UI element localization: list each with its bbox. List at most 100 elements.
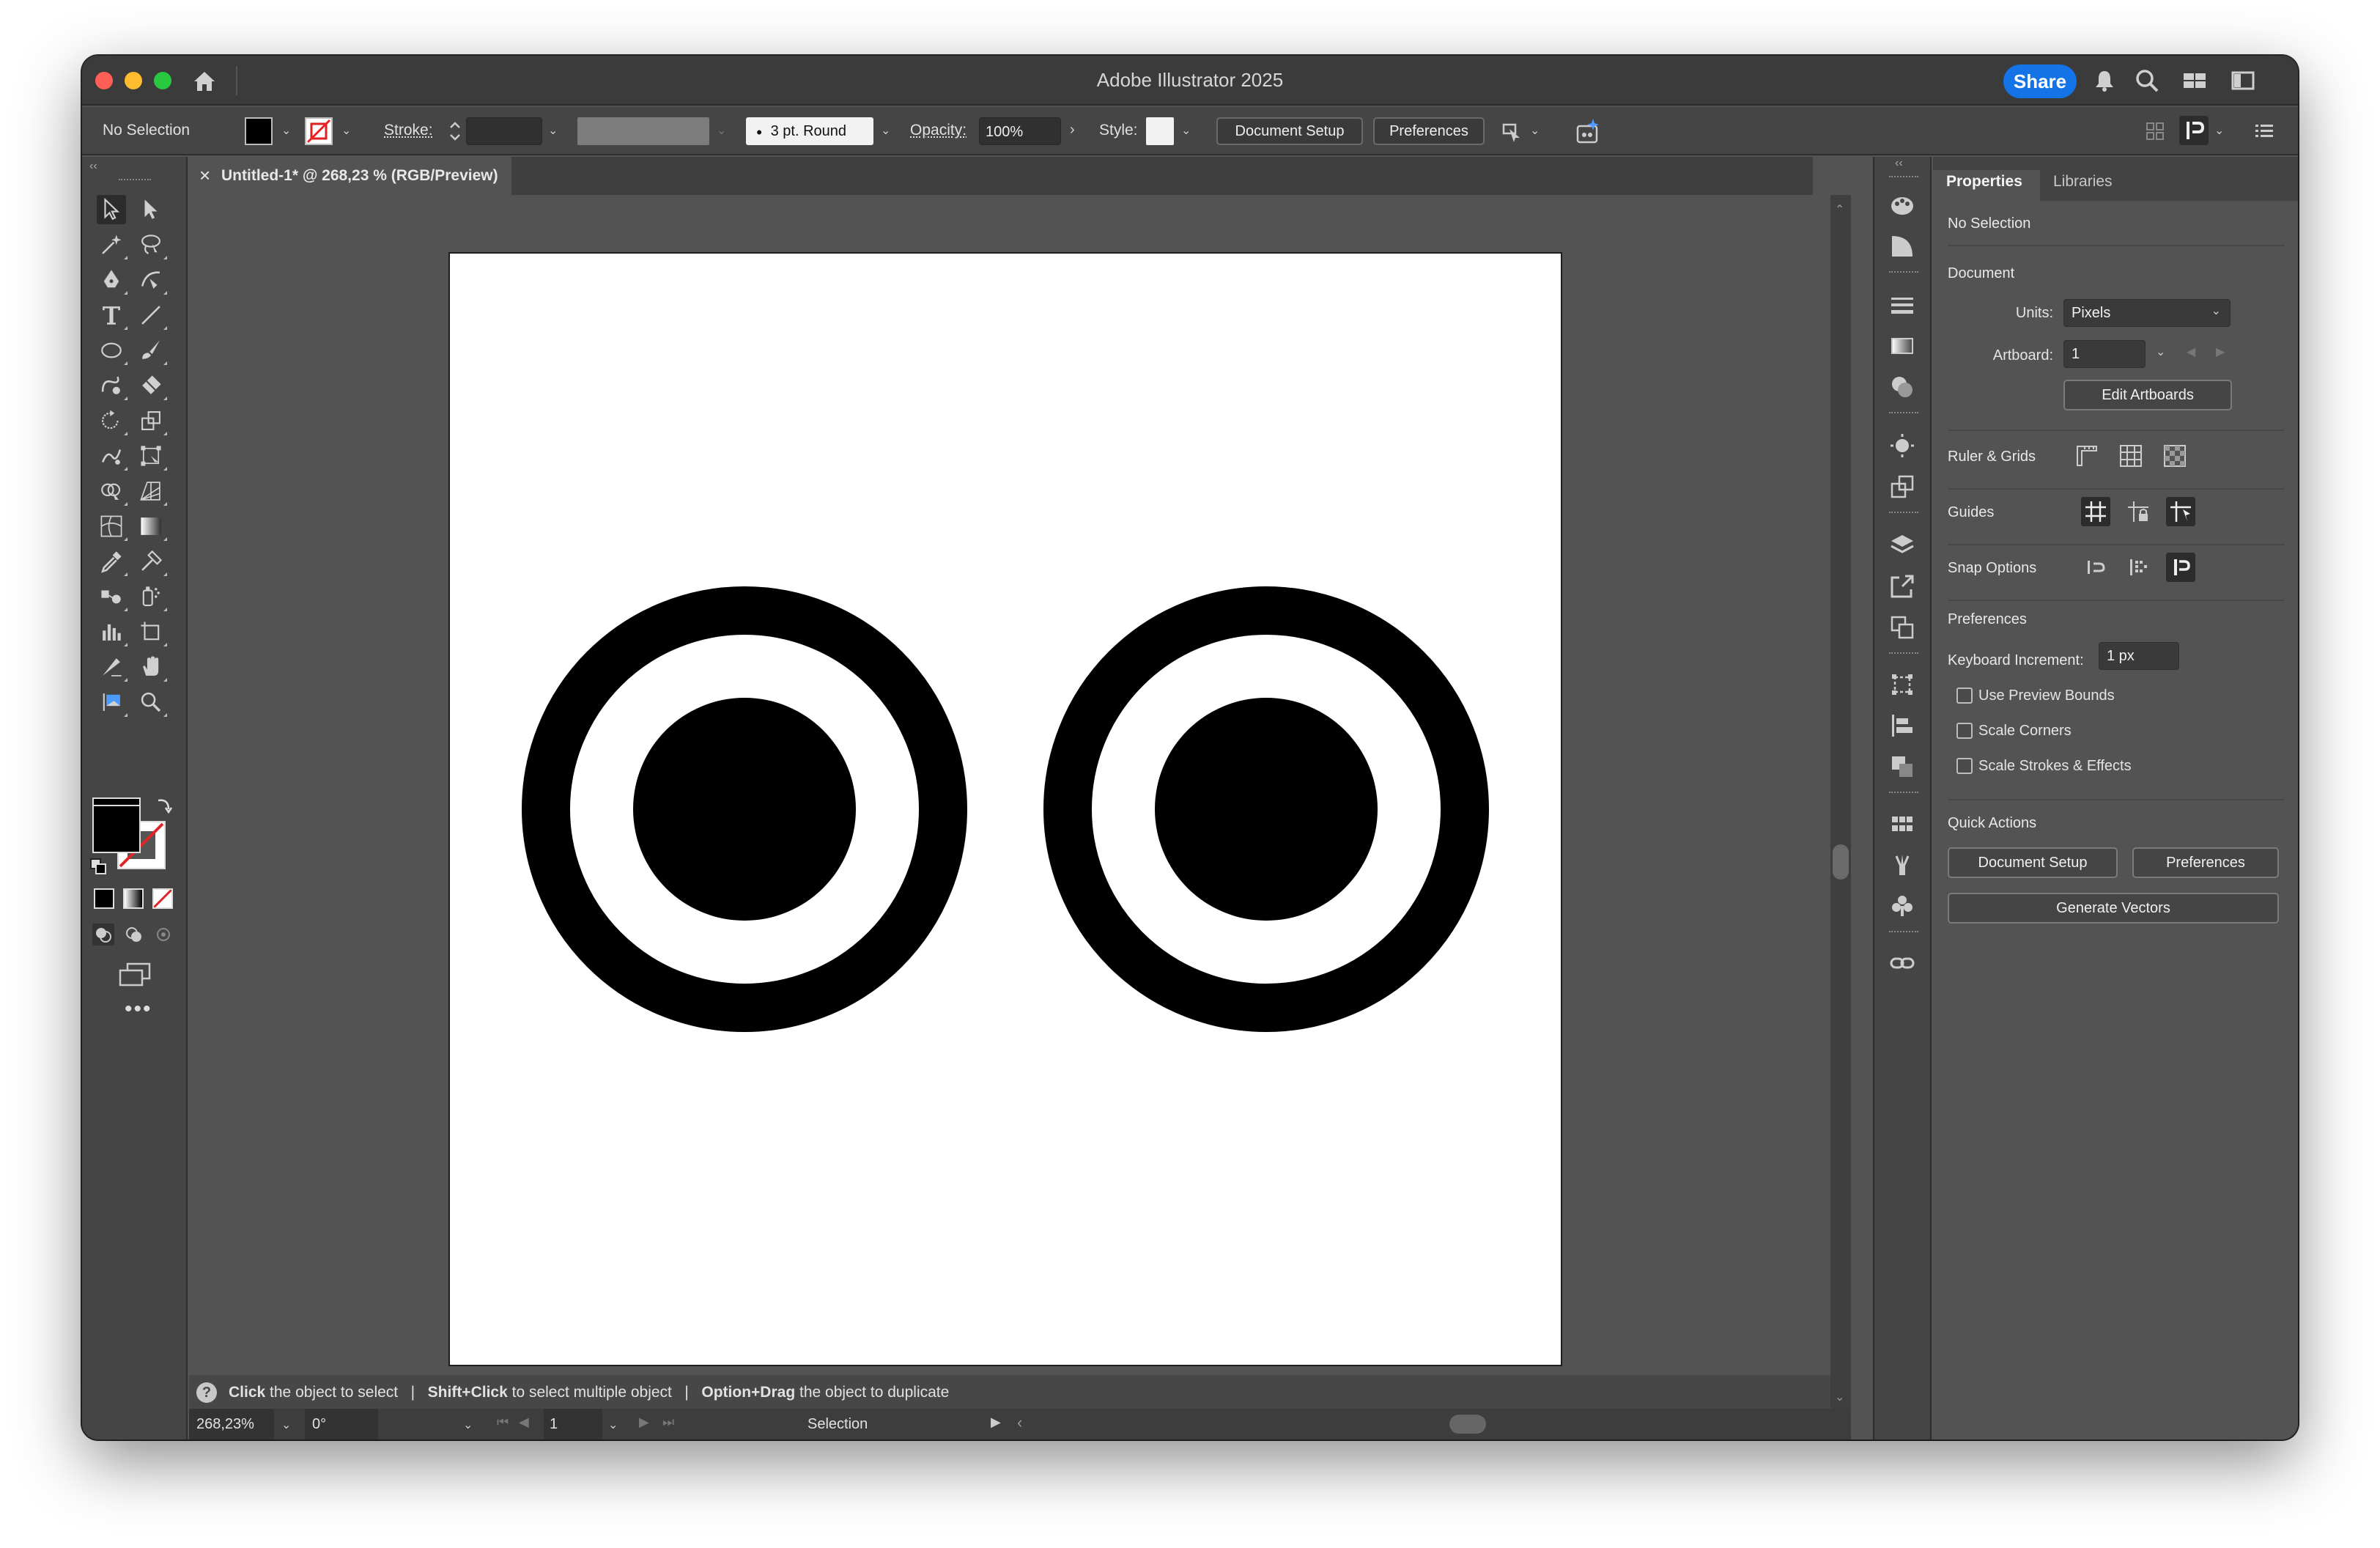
chevron-down-icon[interactable]: ⌄: [2214, 123, 2224, 138]
graphic-styles-icon[interactable]: [1888, 472, 1917, 501]
previous-artboard-icon[interactable]: ◀: [2187, 344, 2195, 359]
right-eye-pupil[interactable]: [1155, 698, 1378, 921]
panel-menu-icon[interactable]: [2254, 122, 2274, 141]
snap-to-point-icon[interactable]: [2081, 553, 2110, 582]
chevron-down-icon[interactable]: ⌄: [281, 1418, 291, 1432]
eyedropper-icon[interactable]: [97, 547, 128, 576]
grid-toggle-icon[interactable]: [2146, 122, 2165, 141]
artboards-panel-icon[interactable]: [1888, 613, 1917, 642]
tab-libraries[interactable]: Libraries: [2053, 173, 2113, 191]
eraser-icon[interactable]: [136, 371, 167, 400]
pathfinder-panel-icon[interactable]: [1888, 752, 1917, 781]
document-setup-button[interactable]: Document Setup: [1216, 117, 1363, 145]
swatches-panel-icon[interactable]: [1888, 809, 1917, 838]
stroke-swatch[interactable]: [305, 117, 333, 145]
drag-handle[interactable]: [1889, 176, 1918, 177]
artboard[interactable]: [448, 252, 1562, 1366]
chevron-down-icon[interactable]: ⌄: [281, 123, 291, 138]
stroke-panel-icon[interactable]: [1888, 290, 1917, 320]
help-icon[interactable]: ?: [196, 1382, 217, 1403]
direct-selection-tool-icon[interactable]: [136, 195, 166, 224]
scroll-down-icon[interactable]: ⌄: [1835, 1390, 1844, 1404]
opacity-input[interactable]: 100%: [979, 117, 1061, 145]
artboard-select[interactable]: 1: [2063, 340, 2146, 368]
tool-info-menu-icon[interactable]: ▶: [991, 1415, 1001, 1430]
left-eye-pupil[interactable]: [633, 698, 856, 921]
artboard-number-input[interactable]: 1: [544, 1409, 602, 1440]
curvature-icon[interactable]: [136, 265, 167, 295]
units-select[interactable]: Pixels ⌄: [2063, 299, 2231, 327]
collapse-icon[interactable]: ‹‹: [89, 160, 97, 173]
draw-behind-icon[interactable]: [123, 924, 145, 946]
scale-corners-checkbox[interactable]: [1956, 723, 1973, 739]
rotation-input[interactable]: 0°: [305, 1409, 378, 1440]
stroke-label[interactable]: Stroke:: [384, 122, 433, 139]
paintbrush-icon[interactable]: [136, 336, 167, 365]
chevron-down-icon[interactable]: ⌄: [548, 123, 558, 138]
search-icon[interactable]: [2134, 67, 2160, 94]
right-eye[interactable]: [1043, 586, 1489, 1032]
none-mode-icon[interactable]: [152, 888, 173, 909]
fill-swatch[interactable]: [245, 117, 273, 145]
type-icon[interactable]: [97, 301, 128, 330]
perspective-grid-icon[interactable]: [136, 476, 167, 506]
arrange-documents-icon[interactable]: [1499, 119, 1524, 144]
rulers-icon[interactable]: [2072, 441, 2102, 471]
use-preview-bounds-checkbox[interactable]: [1956, 688, 1973, 704]
brush-definition[interactable]: ● 3 pt. Round: [746, 117, 873, 145]
bell-icon[interactable]: [2091, 67, 2118, 94]
opacity-label[interactable]: Opacity:: [910, 122, 967, 139]
color-panel-icon[interactable]: [1888, 191, 1917, 220]
scroll-up-icon[interactable]: ⌃: [1835, 202, 1844, 217]
panel-toggle-icon[interactable]: [2231, 69, 2255, 92]
generative-ai-icon[interactable]: [1574, 117, 1602, 145]
drag-handle[interactable]: [1889, 512, 1918, 513]
chevron-down-icon[interactable]: ⌄: [608, 1418, 618, 1432]
ellipse-icon[interactable]: [97, 336, 128, 365]
color-mode-icon[interactable]: [94, 888, 114, 909]
chevron-down-icon[interactable]: ⌄: [341, 123, 351, 138]
shape-builder-icon[interactable]: [97, 476, 128, 506]
pen-icon[interactable]: [97, 265, 128, 295]
collapse-icon[interactable]: ‹‹: [1895, 157, 1903, 170]
drag-handle[interactable]: [119, 179, 151, 183]
color-guide-icon[interactable]: [1888, 232, 1917, 261]
draw-inside-icon[interactable]: [152, 924, 174, 946]
drag-handle[interactable]: [1889, 412, 1918, 413]
scroll-left-icon[interactable]: ‹: [1017, 1413, 1022, 1432]
stroke-stepper[interactable]: [447, 117, 463, 145]
horizontal-scroll-thumb[interactable]: [1449, 1415, 1486, 1434]
chevron-down-icon[interactable]: ⌄: [2156, 344, 2165, 359]
drag-handle[interactable]: [1889, 652, 1918, 654]
scale-strokes-effects-checkbox[interactable]: [1956, 758, 1973, 774]
symbols-panel-icon[interactable]: [1888, 891, 1917, 921]
lasso-icon[interactable]: [136, 230, 167, 259]
vertical-scroll-thumb[interactable]: [1833, 844, 1849, 880]
links-panel-icon[interactable]: [1888, 948, 1917, 978]
chevron-down-icon[interactable]: ⌄: [1181, 123, 1191, 138]
close-tab-icon[interactable]: ×: [199, 164, 210, 187]
zoom-icon[interactable]: [136, 688, 167, 717]
grid-icon[interactable]: [2116, 441, 2146, 471]
mesh-icon[interactable]: [97, 512, 128, 541]
measure-icon[interactable]: [136, 547, 167, 576]
appearance-panel-icon[interactable]: [1888, 431, 1917, 460]
generate-vectors-button[interactable]: Generate Vectors: [1948, 893, 2279, 924]
more-tools-icon[interactable]: •••: [125, 997, 152, 1022]
line-icon[interactable]: [136, 301, 167, 330]
drag-handle[interactable]: [1889, 792, 1918, 793]
snap-to-glyph-icon[interactable]: [2179, 116, 2209, 145]
previous-artboard-icon[interactable]: ◀: [519, 1415, 529, 1430]
keyboard-increment-input[interactable]: 1 px: [2099, 642, 2179, 670]
export-panel-icon[interactable]: [1888, 572, 1917, 601]
graphic-style-swatch[interactable]: [1146, 117, 1174, 145]
screen-mode-icon[interactable]: [117, 962, 152, 987]
transparency-panel-icon[interactable]: [1888, 372, 1917, 402]
drag-handle[interactable]: [1889, 271, 1918, 273]
tab-properties[interactable]: Properties: [1933, 170, 2040, 201]
hand-icon[interactable]: [136, 652, 167, 682]
next-artboard-icon[interactable]: ▶: [639, 1415, 649, 1430]
warp-icon[interactable]: [97, 441, 128, 471]
draw-normal-icon[interactable]: [92, 924, 114, 946]
canvas-area[interactable]: [189, 195, 1830, 1375]
